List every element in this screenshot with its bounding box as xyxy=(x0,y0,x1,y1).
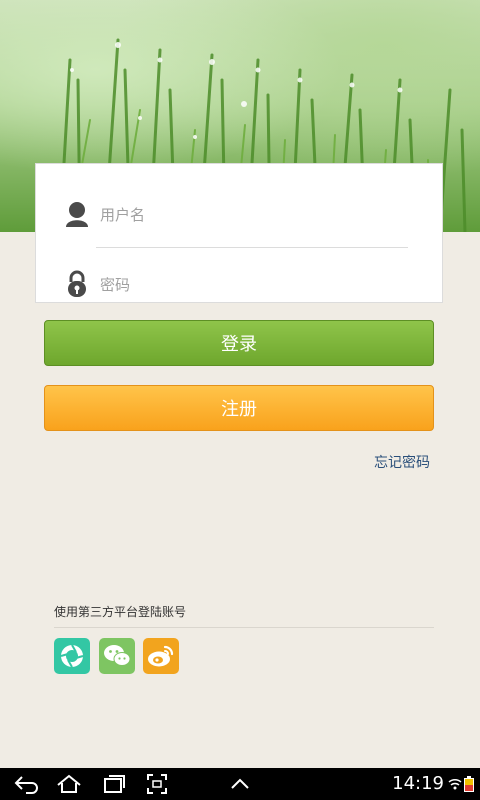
username-input[interactable] xyxy=(98,200,402,230)
user-icon xyxy=(64,200,90,228)
password-row xyxy=(36,248,442,318)
third-party-divider xyxy=(54,627,434,628)
password-input[interactable] xyxy=(98,270,402,300)
username-row xyxy=(36,178,442,248)
login-card xyxy=(35,163,443,303)
back-icon[interactable] xyxy=(12,773,40,795)
battery-icon xyxy=(464,776,474,796)
camera-shutter-login-button[interactable] xyxy=(54,638,90,674)
weibo-icon xyxy=(148,645,174,667)
wechat-login-button[interactable] xyxy=(99,638,135,674)
home-icon[interactable] xyxy=(56,773,82,795)
up-arrow-icon[interactable] xyxy=(228,773,252,795)
lock-icon xyxy=(64,270,90,298)
system-nav-bar: 14:19 xyxy=(0,768,480,800)
status-clock: 14:19 xyxy=(392,773,444,794)
screenshot-icon[interactable] xyxy=(146,773,168,795)
weibo-login-button[interactable] xyxy=(143,638,179,674)
register-button[interactable]: 注册 xyxy=(44,385,434,431)
recent-apps-icon[interactable] xyxy=(102,773,126,795)
third-party-title: 使用第三方平台登陆账号 xyxy=(54,605,187,619)
wifi-icon xyxy=(448,776,462,795)
camera-shutter-icon xyxy=(60,644,84,668)
forgot-password-link[interactable]: 忘记密码 xyxy=(374,452,430,472)
login-button[interactable]: 登录 xyxy=(44,320,434,366)
wechat-icon xyxy=(104,645,131,666)
